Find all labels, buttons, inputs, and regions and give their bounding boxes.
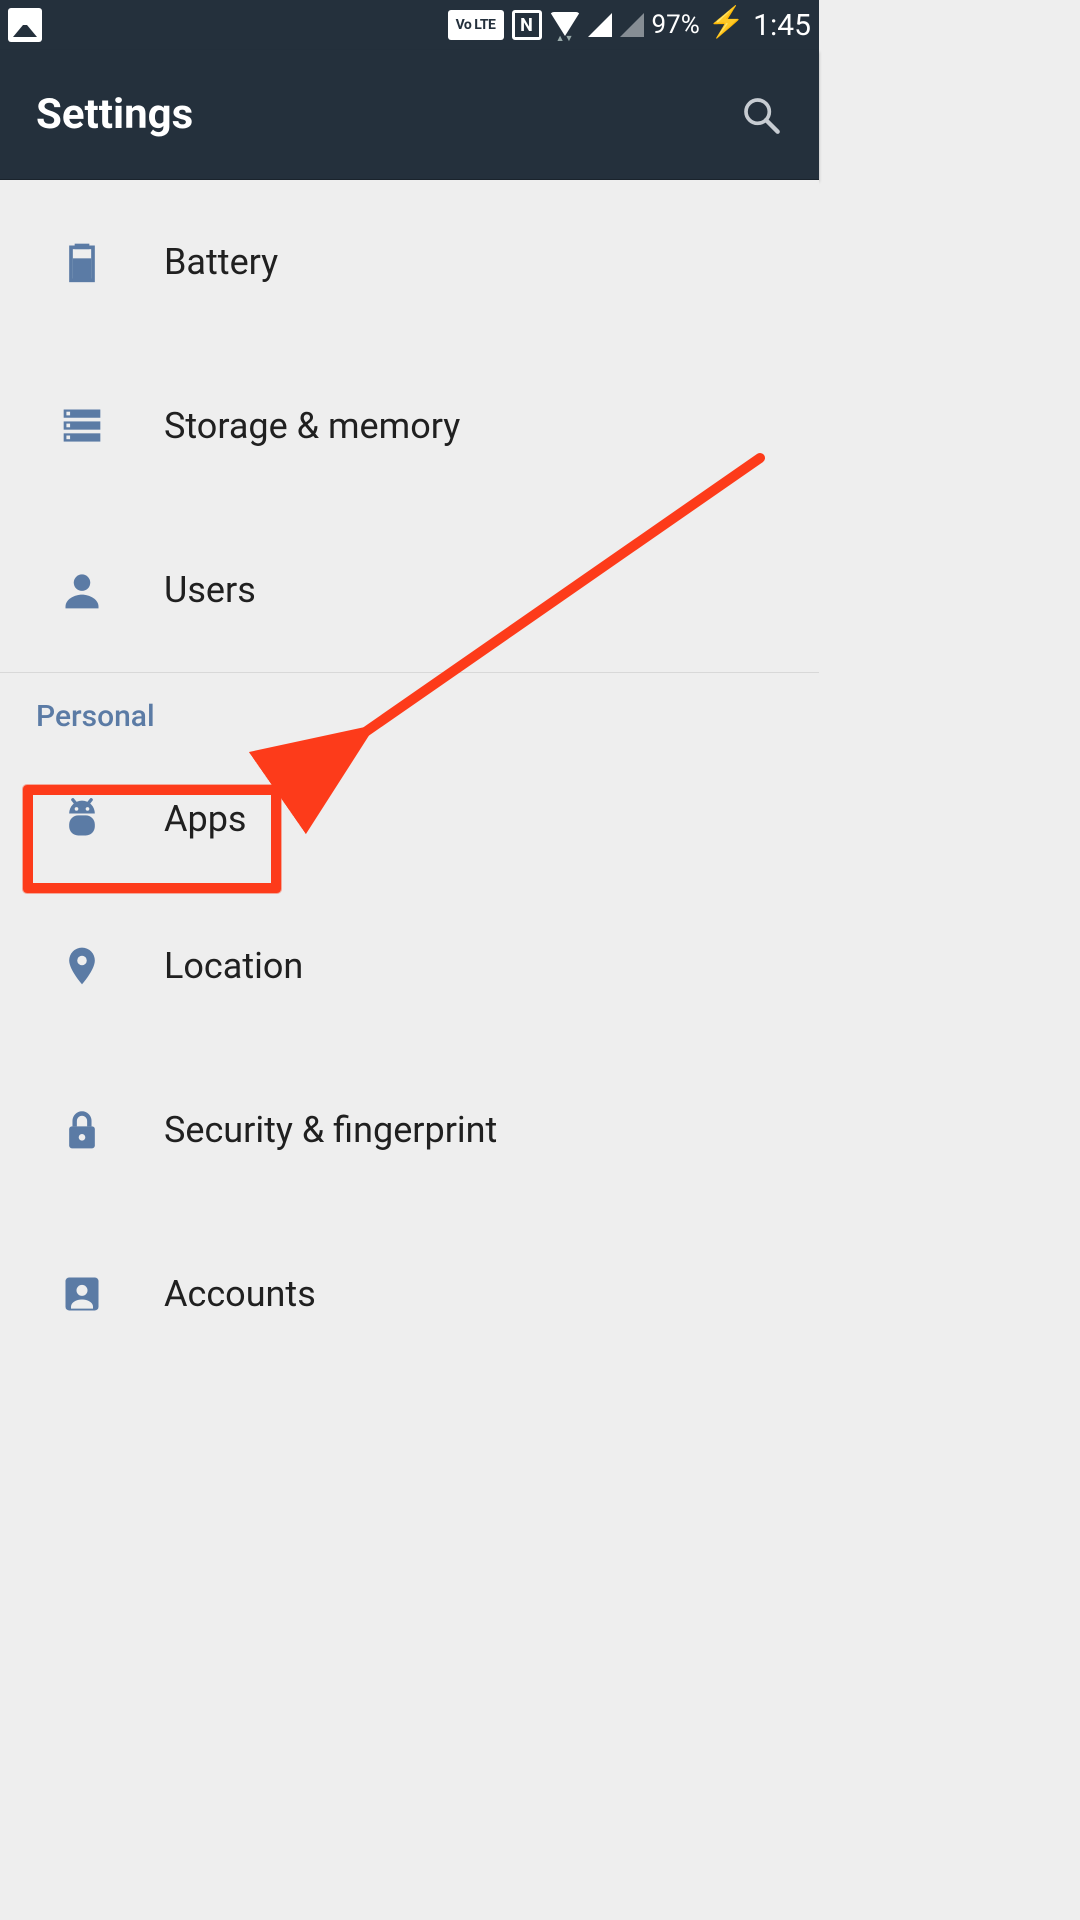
storage-icon	[60, 404, 104, 448]
screenshot-notification-icon	[8, 8, 42, 42]
wifi-icon: ▲▼	[550, 12, 580, 38]
app-bar: Settings	[0, 50, 819, 180]
section-header-personal: Personal	[0, 673, 819, 754]
lock-icon	[60, 1108, 104, 1152]
android-icon	[60, 797, 104, 841]
cellular-signal-icon-sim2	[620, 13, 644, 37]
settings-item-users[interactable]: Users	[0, 508, 819, 672]
clock: 1:45	[753, 8, 811, 43]
battery-icon	[60, 240, 104, 284]
nfc-icon: N	[512, 10, 542, 40]
status-bar: Vo LTE N ▲▼ 97% ⚡ 1:45	[0, 0, 819, 50]
account-box-icon	[60, 1272, 104, 1316]
settings-item-apps[interactable]: Apps	[0, 754, 819, 884]
settings-item-battery[interactable]: Battery	[0, 180, 819, 344]
search-icon	[741, 95, 781, 135]
page-title: Settings	[36, 90, 193, 139]
user-icon	[60, 568, 104, 612]
charging-icon: ⚡	[708, 8, 745, 38]
settings-item-location[interactable]: Location	[0, 884, 819, 1048]
status-bar-left	[8, 8, 42, 42]
settings-list: Battery Storage & memory Users Personal	[0, 180, 819, 1376]
settings-item-label: Accounts	[164, 1273, 316, 1315]
battery-percent: 97%	[652, 10, 700, 40]
settings-item-storage[interactable]: Storage & memory	[0, 344, 819, 508]
search-button[interactable]	[739, 93, 783, 137]
settings-item-label: Battery	[164, 241, 278, 283]
status-bar-right: Vo LTE N ▲▼ 97% ⚡ 1:45	[448, 8, 812, 43]
settings-item-label: Apps	[164, 798, 247, 840]
location-pin-icon	[60, 944, 104, 988]
settings-item-label: Location	[164, 945, 303, 987]
settings-item-label: Users	[164, 569, 256, 611]
settings-item-label: Security & fingerprint	[164, 1109, 497, 1151]
settings-item-label: Storage & memory	[164, 405, 460, 447]
cellular-signal-icon	[588, 13, 612, 37]
settings-item-accounts[interactable]: Accounts	[0, 1212, 819, 1376]
volte-icon: Vo LTE	[448, 10, 504, 40]
settings-item-security[interactable]: Security & fingerprint	[0, 1048, 819, 1212]
